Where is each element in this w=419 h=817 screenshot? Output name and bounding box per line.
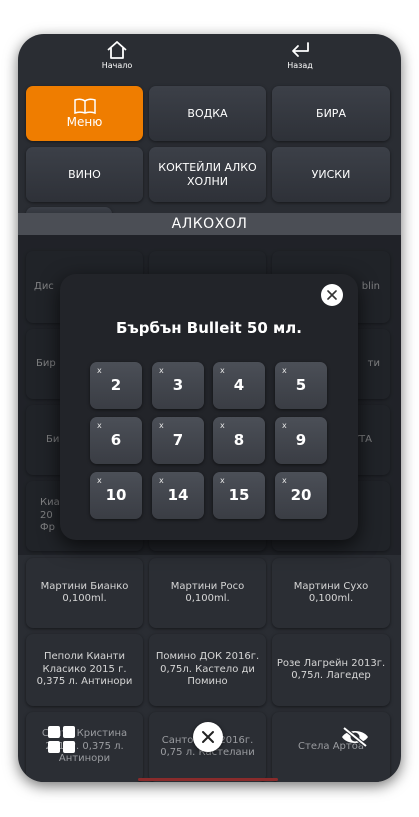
quantity-button[interactable]: x6 (90, 417, 142, 464)
book-icon (73, 98, 96, 114)
product-tile-chianti[interactable]: Пеполи Кианти Класико 2015 г. 0,375 л. А… (26, 634, 143, 706)
quantity-modal: Бърбън Bulleit 50 мл. x2 x3 x4 x5 x6 x7 … (60, 274, 358, 540)
category-wine[interactable]: ВИНО (26, 147, 143, 202)
quantity-button[interactable]: x3 (152, 362, 204, 409)
quantity-button[interactable]: x8 (213, 417, 265, 464)
category-menu[interactable]: Меню (26, 86, 143, 141)
category-vodka[interactable]: ВОДКА (149, 86, 266, 141)
product-tile-martini-bianco[interactable]: Мартини Бианко 0,100ml. (26, 558, 143, 628)
category-beer[interactable]: БИРА (272, 86, 390, 141)
phone-screen: Начало Назад Меню ВОДКА БИРА ВИНО КОКТЕЙ… (18, 34, 401, 782)
quantity-button[interactable]: x 10 (90, 472, 142, 519)
back-button[interactable]: Назад (250, 40, 350, 80)
bottom-bar (18, 720, 401, 782)
close-icon (327, 290, 337, 300)
product-tile-rose[interactable]: Розе Лагрейн 2013г. 0,75л. Лагедер (272, 634, 390, 706)
section-title: АЛКОХОЛ (18, 213, 401, 235)
quantity-button[interactable]: x5 (275, 362, 327, 409)
category-wine-label: ВИНО (68, 167, 101, 181)
grid-icon[interactable] (48, 726, 76, 754)
quantity-button[interactable]: x 15 (213, 472, 265, 519)
category-beer-label: БИРА (316, 106, 346, 120)
quantity-button[interactable]: x4 (213, 362, 265, 409)
modal-close-button[interactable] (321, 284, 343, 306)
home-label: Начало (101, 61, 133, 70)
scroll-indicator (138, 778, 278, 781)
category-menu-label: Меню (66, 114, 103, 129)
quantity-button[interactable]: x9 (275, 417, 327, 464)
category-vodka-label: ВОДКА (187, 106, 228, 120)
modal-title: Бърбън Bulleit 50 мл. (116, 319, 302, 337)
eye-off-icon[interactable] (340, 726, 370, 748)
category-whisky[interactable]: УИСКИ (272, 147, 390, 202)
home-icon (107, 41, 127, 59)
product-tile-pomino[interactable]: Помино ДОК 2016г. 0,75л. Кастело ди Поми… (149, 634, 266, 706)
back-label: Назад (287, 61, 313, 70)
quantity-button[interactable]: x 20 (275, 472, 327, 519)
close-button[interactable] (193, 722, 223, 752)
close-icon (202, 731, 214, 743)
product-tile-martini-dry[interactable]: Мартини Сухо 0,100ml. (272, 558, 390, 628)
category-cocktails[interactable]: КОКТЕЙЛИ АЛКО ХОЛНИ (149, 147, 266, 202)
quantity-button[interactable]: x2 (90, 362, 142, 409)
back-arrow-icon (292, 42, 309, 57)
quantity-button[interactable]: x7 (152, 417, 204, 464)
home-button[interactable]: Начало (67, 40, 167, 80)
quantity-button[interactable]: x 14 (152, 472, 204, 519)
category-cocktails-label: КОКТЕЙЛИ АЛКО ХОЛНИ (158, 161, 257, 188)
product-tile-martini-rosso[interactable]: Мартини Росо 0,100ml. (149, 558, 266, 628)
top-bar: Начало Назад (18, 34, 401, 82)
category-whisky-label: УИСКИ (311, 167, 351, 181)
